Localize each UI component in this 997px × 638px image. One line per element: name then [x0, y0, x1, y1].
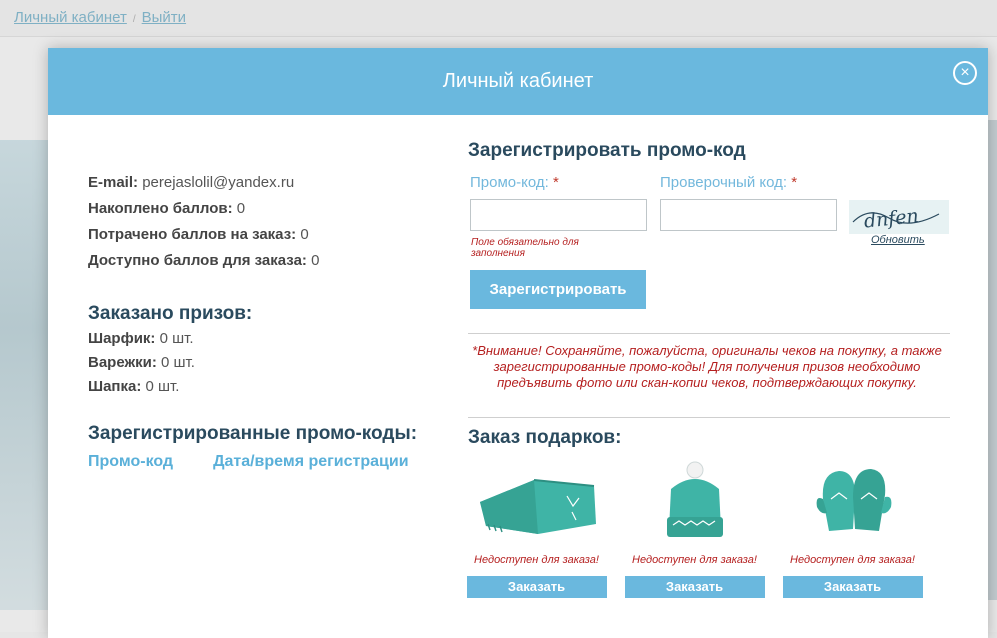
register-button[interactable]: Зарегистрировать — [470, 270, 646, 309]
prizes-title: Заказано призов: — [88, 303, 253, 324]
gift-status: Недоступен для заказа! — [474, 554, 599, 566]
modal-header: Личный кабинет × — [48, 48, 988, 115]
scarf-icon — [464, 458, 609, 546]
email-value: perejaslolil@yandex.ru — [142, 174, 295, 191]
email-label: E-mail: — [88, 174, 139, 191]
modal-title: Личный кабинет — [442, 70, 594, 92]
accumulated-label: Накоплено баллов: — [88, 200, 233, 217]
email-row: E-mail: perejaslolil@yandex.ru — [88, 173, 458, 199]
check-code-input[interactable] — [660, 199, 837, 231]
register-title: Зарегистрировать промо-код — [468, 140, 746, 161]
spent-row: Потрачено баллов на заказ: 0 — [88, 225, 458, 251]
top-links: Личный кабинет / Выйти — [14, 9, 187, 26]
available-value: 0 — [311, 252, 320, 269]
promo-code-input[interactable] — [470, 199, 647, 231]
prize-row: Шапка: 0 шт. — [88, 377, 252, 401]
gift-status: Недоступен для заказа! — [632, 554, 757, 566]
codes-table-header: Промо-код Дата/время регистрации — [88, 453, 458, 471]
prize-row: Варежки: 0 шт. — [88, 353, 252, 377]
divider — [468, 333, 950, 334]
prize-value: 0 шт. — [145, 378, 180, 395]
registered-codes: Зарегистрированные промо-коды: Промо-код… — [88, 423, 458, 471]
promo-error: Поле обязательно для заполнения — [471, 237, 579, 259]
account-modal: Личный кабинет × E-mail: perejaslolil@ya… — [48, 48, 988, 638]
prize-row: Шарфик: 0 шт. — [88, 329, 252, 353]
register-section: Зарегистрировать промо-код Промо-код: * … — [466, 140, 950, 598]
prize-label: Варежки: — [88, 354, 157, 371]
check-label: Проверочный код: * — [660, 174, 797, 191]
captcha-graphic: dnfen — [849, 200, 949, 234]
mittens-icon — [780, 458, 925, 546]
prize-label: Шапка: — [88, 378, 142, 395]
required-mark: * — [791, 174, 798, 191]
gift-card-mittens: Недоступен для заказа! Заказать — [780, 458, 925, 598]
available-label: Доступно баллов для заказа: — [88, 252, 307, 269]
gifts-title: Заказ подарков: — [468, 427, 622, 448]
prize-value: 0 шт. — [159, 330, 194, 347]
logout-link[interactable]: Выйти — [142, 9, 186, 26]
column-promo-code: Промо-код — [88, 453, 174, 470]
order-mittens-button[interactable]: Заказать — [782, 576, 923, 598]
spent-label: Потрачено баллов на заказ: — [88, 226, 297, 243]
gift-status: Недоступен для заказа! — [790, 554, 915, 566]
account-info: E-mail: perejaslolil@yandex.ru Накоплено… — [88, 173, 458, 470]
cabinet-link[interactable]: Личный кабинет — [14, 9, 127, 26]
order-scarf-button[interactable]: Заказать — [466, 576, 607, 598]
gift-card-hat: Недоступен для заказа! Заказать — [622, 458, 767, 598]
background-illustration — [0, 140, 48, 610]
prize-label: Шарфик: — [88, 330, 156, 347]
hat-icon — [622, 458, 767, 546]
available-row: Доступно баллов для заказа: 0 — [88, 251, 458, 277]
divider — [468, 417, 950, 418]
prize-value: 0 шт. — [161, 354, 195, 371]
accumulated-row: Накоплено баллов: 0 — [88, 199, 458, 225]
spent-value: 0 — [300, 226, 309, 243]
codes-title: Зарегистрированные промо-коды: — [88, 423, 418, 444]
warning-text: *Внимание! Сохраняйте, пожалуйста, ориги… — [472, 343, 942, 390]
order-hat-button[interactable]: Заказать — [624, 576, 765, 598]
ordered-prizes: Заказано призов: Шарфик: 0 шт. Варежки: … — [88, 303, 252, 401]
gift-card-scarf: Недоступен для заказа! Заказать — [464, 458, 609, 598]
promo-label: Промо-код: * — [470, 174, 559, 191]
captcha-image: dnfen — [849, 200, 949, 234]
check-label-text: Проверочный код: — [660, 174, 788, 191]
close-icon[interactable]: × — [953, 61, 977, 85]
required-mark: * — [552, 174, 559, 191]
accumulated-value: 0 — [236, 200, 246, 217]
refresh-captcha-link[interactable]: Обновить — [871, 234, 925, 246]
promo-label-text: Промо-код: — [470, 174, 549, 191]
column-registration-date: Дата/время регистрации — [213, 453, 409, 470]
